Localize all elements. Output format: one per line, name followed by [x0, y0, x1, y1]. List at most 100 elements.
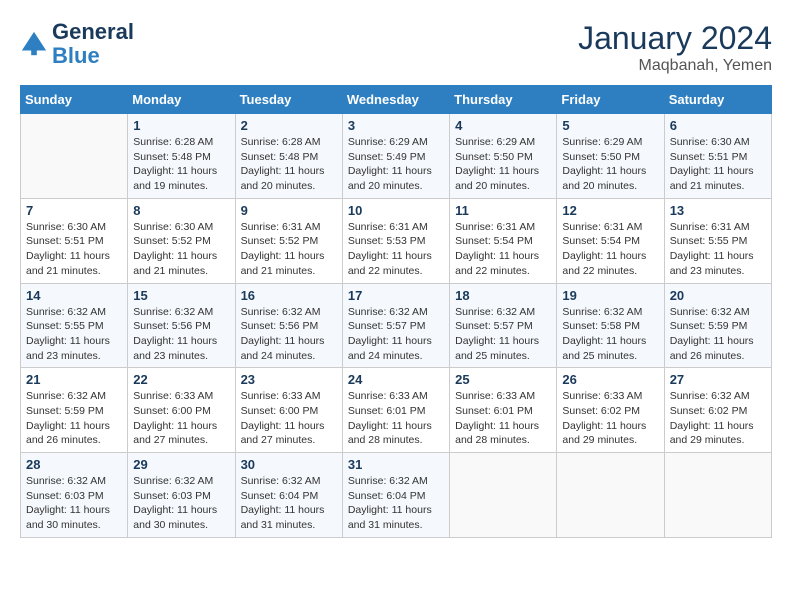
day-info: Sunrise: 6:32 AM Sunset: 6:04 PM Dayligh…	[348, 474, 444, 533]
title-section: January 2024 Maqbanah, Yemen	[578, 20, 772, 75]
day-info: Sunrise: 6:32 AM Sunset: 5:57 PM Dayligh…	[348, 305, 444, 364]
day-number: 10	[348, 203, 444, 218]
day-number: 21	[26, 372, 122, 387]
day-number: 25	[455, 372, 551, 387]
day-info: Sunrise: 6:32 AM Sunset: 5:56 PM Dayligh…	[241, 305, 337, 364]
calendar-week-row: 28Sunrise: 6:32 AM Sunset: 6:03 PM Dayli…	[21, 453, 772, 538]
day-number: 19	[562, 288, 658, 303]
calendar-week-row: 1 Sunrise: 6:28 AM Sunset: 5:48 PM Daylig…	[21, 114, 772, 199]
day-number: 8	[133, 203, 229, 218]
day-number: 4	[455, 118, 551, 133]
day-number: 2	[241, 118, 337, 133]
logo: General Blue	[20, 20, 134, 68]
day-info: Sunrise: 6:32 AM Sunset: 5:58 PM Dayligh…	[562, 305, 658, 364]
calendar-cell: 26Sunrise: 6:33 AM Sunset: 6:02 PM Dayli…	[557, 368, 664, 453]
day-number: 3	[348, 118, 444, 133]
day-info: Sunrise: 6:33 AM Sunset: 6:00 PM Dayligh…	[241, 389, 337, 448]
weekday-header: Sunday	[21, 86, 128, 114]
day-info: Sunrise: 6:28 AM Sunset: 5:48 PM Dayligh…	[241, 135, 337, 194]
calendar-cell: 29 Sunrise: 6:32 AM Sunset: 6:03 PM Dayli…	[128, 453, 235, 538]
calendar-cell: 28Sunrise: 6:32 AM Sunset: 6:03 PM Dayli…	[21, 453, 128, 538]
calendar-cell: 16 Sunrise: 6:32 AM Sunset: 5:56 PM Dayli…	[235, 283, 342, 368]
calendar-cell	[450, 453, 557, 538]
calendar-week-row: 7 Sunrise: 6:30 AM Sunset: 5:51 PM Daylig…	[21, 198, 772, 283]
calendar-cell	[21, 114, 128, 199]
calendar-cell: 23 Sunrise: 6:33 AM Sunset: 6:00 PM Dayli…	[235, 368, 342, 453]
calendar-header-row: SundayMondayTuesdayWednesdayThursdayFrid…	[21, 86, 772, 114]
weekday-header: Tuesday	[235, 86, 342, 114]
calendar-cell: 9 Sunrise: 6:31 AM Sunset: 5:52 PM Daylig…	[235, 198, 342, 283]
day-info: Sunrise: 6:32 AM Sunset: 6:04 PM Dayligh…	[241, 474, 337, 533]
calendar-cell: 4 Sunrise: 6:29 AM Sunset: 5:50 PM Daylig…	[450, 114, 557, 199]
day-info: Sunrise: 6:33 AM Sunset: 6:01 PM Dayligh…	[455, 389, 551, 448]
calendar-cell: 12 Sunrise: 6:31 AM Sunset: 5:54 PM Dayli…	[557, 198, 664, 283]
day-number: 30	[241, 457, 337, 472]
weekday-header: Saturday	[664, 86, 771, 114]
calendar-cell: 21 Sunrise: 6:32 AM Sunset: 5:59 PM Dayli…	[21, 368, 128, 453]
day-number: 9	[241, 203, 337, 218]
day-number: 14	[26, 288, 122, 303]
calendar-cell: 5 Sunrise: 6:29 AM Sunset: 5:50 PM Daylig…	[557, 114, 664, 199]
day-info: Sunrise: 6:32 AM Sunset: 6:03 PM Dayligh…	[133, 474, 229, 533]
calendar-table: SundayMondayTuesdayWednesdayThursdayFrid…	[20, 85, 772, 538]
day-info: Sunrise: 6:30 AM Sunset: 5:51 PM Dayligh…	[670, 135, 766, 194]
day-number: 31	[348, 457, 444, 472]
calendar-cell: 24Sunrise: 6:33 AM Sunset: 6:01 PM Dayli…	[342, 368, 449, 453]
day-info: Sunrise: 6:32 AM Sunset: 5:59 PM Dayligh…	[26, 389, 122, 448]
day-number: 24	[348, 372, 444, 387]
day-number: 22	[133, 372, 229, 387]
calendar-cell: 19 Sunrise: 6:32 AM Sunset: 5:58 PM Dayli…	[557, 283, 664, 368]
day-number: 1	[133, 118, 229, 133]
day-info: Sunrise: 6:32 AM Sunset: 5:55 PM Dayligh…	[26, 305, 122, 364]
day-number: 29	[133, 457, 229, 472]
weekday-header: Thursday	[450, 86, 557, 114]
calendar-cell: 15Sunrise: 6:32 AM Sunset: 5:56 PM Dayli…	[128, 283, 235, 368]
calendar-week-row: 21 Sunrise: 6:32 AM Sunset: 5:59 PM Dayli…	[21, 368, 772, 453]
calendar-cell: 25 Sunrise: 6:33 AM Sunset: 6:01 PM Dayli…	[450, 368, 557, 453]
calendar-cell: 6 Sunrise: 6:30 AM Sunset: 5:51 PM Daylig…	[664, 114, 771, 199]
day-number: 23	[241, 372, 337, 387]
day-info: Sunrise: 6:29 AM Sunset: 5:49 PM Dayligh…	[348, 135, 444, 194]
calendar-cell: 31 Sunrise: 6:32 AM Sunset: 6:04 PM Dayli…	[342, 453, 449, 538]
month-title: January 2024	[578, 20, 772, 57]
day-info: Sunrise: 6:31 AM Sunset: 5:54 PM Dayligh…	[562, 220, 658, 279]
calendar-cell: 13Sunrise: 6:31 AM Sunset: 5:55 PM Dayli…	[664, 198, 771, 283]
day-number: 16	[241, 288, 337, 303]
location: Maqbanah, Yemen	[578, 57, 772, 75]
calendar-cell: 10 Sunrise: 6:31 AM Sunset: 5:53 PM Dayli…	[342, 198, 449, 283]
day-info: Sunrise: 6:33 AM Sunset: 6:00 PM Dayligh…	[133, 389, 229, 448]
day-number: 27	[670, 372, 766, 387]
logo-icon	[20, 30, 48, 58]
calendar-cell: 3 Sunrise: 6:29 AM Sunset: 5:49 PM Daylig…	[342, 114, 449, 199]
day-info: Sunrise: 6:31 AM Sunset: 5:52 PM Dayligh…	[241, 220, 337, 279]
day-number: 17	[348, 288, 444, 303]
calendar-cell: 7 Sunrise: 6:30 AM Sunset: 5:51 PM Daylig…	[21, 198, 128, 283]
day-number: 6	[670, 118, 766, 133]
day-info: Sunrise: 6:28 AM Sunset: 5:48 PM Dayligh…	[133, 135, 229, 194]
day-number: 15	[133, 288, 229, 303]
calendar-cell: 1 Sunrise: 6:28 AM Sunset: 5:48 PM Daylig…	[128, 114, 235, 199]
day-number: 20	[670, 288, 766, 303]
calendar-cell: 17 Sunrise: 6:32 AM Sunset: 5:57 PM Dayli…	[342, 283, 449, 368]
day-info: Sunrise: 6:32 AM Sunset: 5:57 PM Dayligh…	[455, 305, 551, 364]
calendar-cell: 18Sunrise: 6:32 AM Sunset: 5:57 PM Dayli…	[450, 283, 557, 368]
calendar-cell: 20 Sunrise: 6:32 AM Sunset: 5:59 PM Dayli…	[664, 283, 771, 368]
logo-text: General Blue	[52, 20, 134, 68]
calendar-cell: 11Sunrise: 6:31 AM Sunset: 5:54 PM Dayli…	[450, 198, 557, 283]
day-info: Sunrise: 6:30 AM Sunset: 5:52 PM Dayligh…	[133, 220, 229, 279]
day-info: Sunrise: 6:29 AM Sunset: 5:50 PM Dayligh…	[562, 135, 658, 194]
page-header: General Blue January 2024 Maqbanah, Yeme…	[20, 20, 772, 75]
day-info: Sunrise: 6:32 AM Sunset: 6:03 PM Dayligh…	[26, 474, 122, 533]
calendar-week-row: 14 Sunrise: 6:32 AM Sunset: 5:55 PM Dayli…	[21, 283, 772, 368]
day-number: 26	[562, 372, 658, 387]
day-info: Sunrise: 6:30 AM Sunset: 5:51 PM Dayligh…	[26, 220, 122, 279]
day-info: Sunrise: 6:29 AM Sunset: 5:50 PM Dayligh…	[455, 135, 551, 194]
calendar-cell: 14 Sunrise: 6:32 AM Sunset: 5:55 PM Dayli…	[21, 283, 128, 368]
day-number: 12	[562, 203, 658, 218]
calendar-cell: 8 Sunrise: 6:30 AM Sunset: 5:52 PM Daylig…	[128, 198, 235, 283]
day-info: Sunrise: 6:32 AM Sunset: 5:59 PM Dayligh…	[670, 305, 766, 364]
day-info: Sunrise: 6:31 AM Sunset: 5:53 PM Dayligh…	[348, 220, 444, 279]
day-number: 5	[562, 118, 658, 133]
day-info: Sunrise: 6:32 AM Sunset: 6:02 PM Dayligh…	[670, 389, 766, 448]
day-number: 7	[26, 203, 122, 218]
